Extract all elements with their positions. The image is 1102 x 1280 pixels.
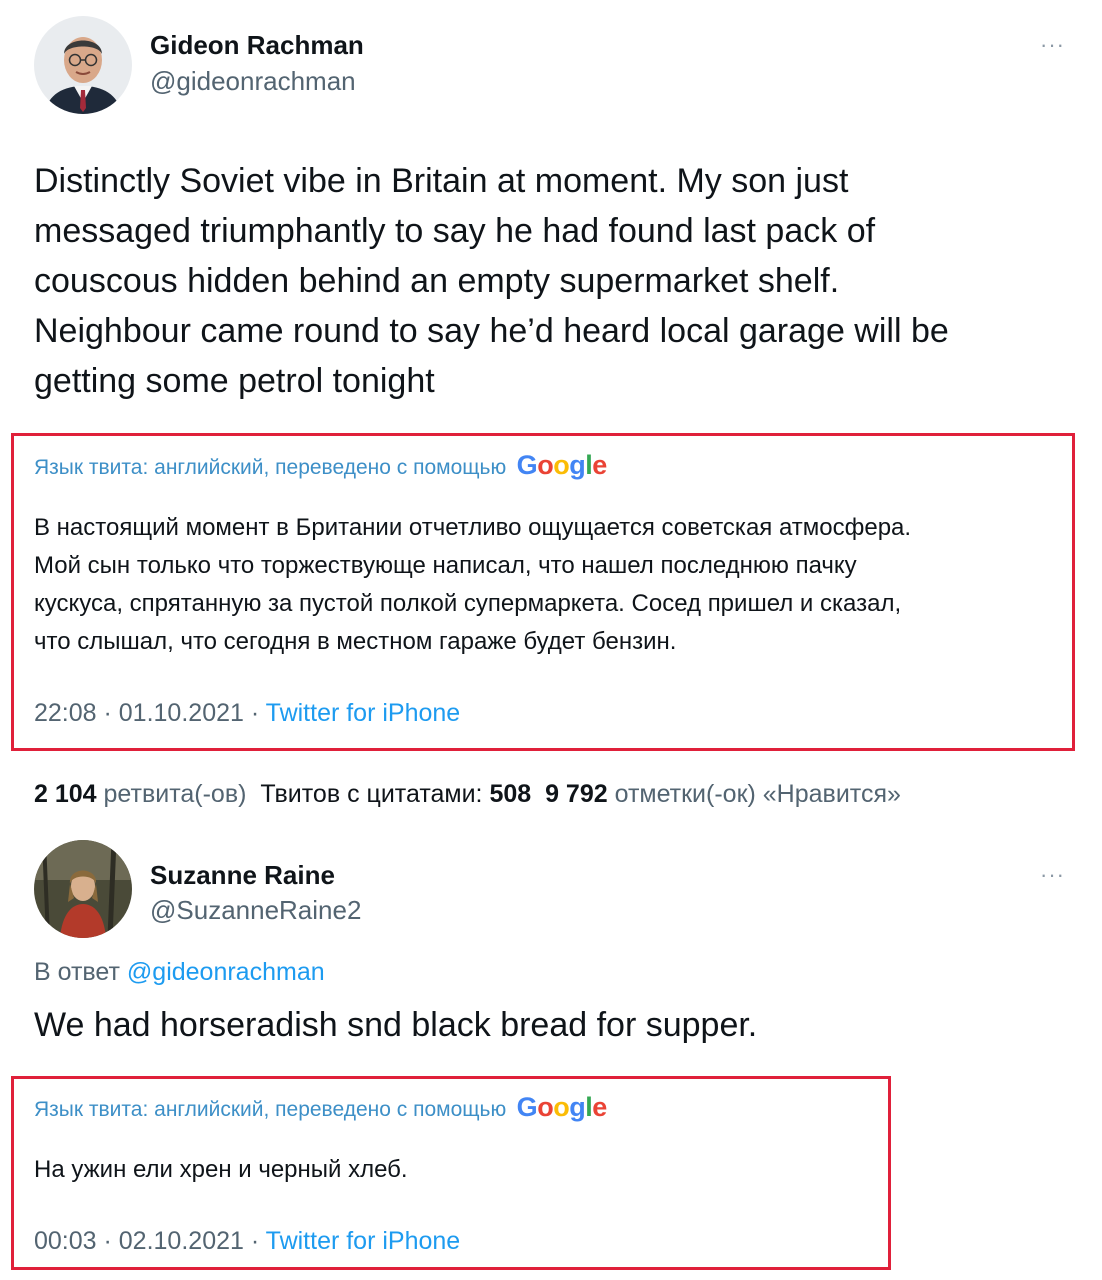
google-logo-letter: e (592, 450, 607, 480)
translated-text: В настоящий момент в Британии отчетливо … (34, 509, 1074, 661)
tweet-timestamp: 22:08 · 01.10.2021 · Twitter for iPhone (34, 699, 460, 728)
more-options-icon[interactable]: ··· (1040, 32, 1065, 58)
google-logo-letter: G (516, 450, 538, 480)
translated-text-line: Мой сын только что торжествующе написал,… (34, 552, 857, 579)
timestamp-text[interactable]: 22:08 · 01.10.2021 · (34, 699, 266, 727)
translated-text: На ужин ели хрен и черный хлеб. (34, 1156, 408, 1183)
tweet-text-line: messaged triumphantly to say he had foun… (34, 212, 876, 250)
tweet-text-line: Neighbour came round to say he’d heard l… (34, 312, 949, 350)
likes-count[interactable]: 9 792 (545, 780, 608, 808)
translation-header: Язык твита: английский, переведено с пом… (34, 450, 607, 481)
translation-label: Язык твита: английский, переведено с пом… (34, 1098, 507, 1121)
avatar[interactable] (34, 840, 132, 938)
translated-text-line: кускуса, спрятанную за пустой полкой суп… (34, 590, 902, 617)
tweet-text-line: getting some petrol tonight (34, 362, 435, 400)
tweet-timestamp: 00:03 · 02.10.2021 · Twitter for iPhone (34, 1227, 460, 1256)
google-logo-letter: g (569, 1092, 586, 1122)
retweets-count[interactable]: 2 104 (34, 780, 97, 808)
google-logo-letter: o (537, 450, 554, 480)
source-link[interactable]: Twitter for iPhone (266, 699, 461, 727)
tweet-text-line: couscous hidden behind an empty supermar… (34, 262, 840, 300)
google-logo-letter: e (592, 1092, 607, 1122)
google-logo-letter: o (537, 1092, 554, 1122)
google-logo-letter: o (553, 1092, 570, 1122)
author-handle[interactable]: @SuzanneRaine2 (150, 895, 361, 926)
reply-prefix: В ответ (34, 958, 120, 986)
tweet-text: Distinctly Soviet vibe in Britain at mom… (34, 156, 1074, 406)
quotes-label[interactable]: Твитов с цитатами: (260, 780, 482, 808)
source-link[interactable]: Twitter for iPhone (266, 1227, 461, 1255)
translated-text-line: В настоящий момент в Британии отчетливо … (34, 514, 912, 541)
google-logo: Google (516, 450, 608, 480)
translated-text-line: что слышал, что сегодня в местном гараже… (34, 628, 677, 655)
timestamp-text[interactable]: 00:03 · 02.10.2021 · (34, 1227, 266, 1255)
translation-label: Язык твита: английский, переведено с пом… (34, 456, 507, 479)
google-logo-letter: o (553, 450, 570, 480)
translation-highlight-box: Язык твита: английский, переведено с пом… (11, 433, 1075, 751)
author-name[interactable]: Gideon Rachman (150, 30, 364, 61)
quotes-count[interactable]: 508 (489, 780, 531, 808)
more-options-icon[interactable]: ··· (1040, 862, 1065, 888)
author-name[interactable]: Suzanne Raine (150, 860, 335, 891)
avatar[interactable] (34, 16, 132, 114)
engagement-stats: 2 104 ретвита(-ов) Твитов с цитатами: 50… (34, 780, 901, 809)
retweets-label[interactable]: ретвита(-ов) (104, 780, 247, 808)
translation-highlight-box: Язык твита: английский, переведено с пом… (11, 1076, 891, 1270)
translation-header: Язык твита: английский, переведено с пом… (34, 1092, 607, 1123)
reply-handle-link[interactable]: @gideonrachman (127, 958, 325, 986)
tweet-text: We had horseradish snd black bread for s… (34, 1006, 758, 1044)
tweet-text-line: Distinctly Soviet vibe in Britain at mom… (34, 162, 849, 200)
google-logo-letter: g (569, 450, 586, 480)
author-handle[interactable]: @gideonrachman (150, 66, 356, 97)
avatar-suzanne-raine (34, 840, 132, 938)
avatar-gideon-rachman (34, 16, 132, 114)
google-logo-letter: G (516, 1092, 538, 1122)
reply-context: В ответ @gideonrachman (34, 958, 325, 987)
google-logo: Google (516, 1092, 608, 1122)
likes-label[interactable]: отметки(-ок) «Нравится» (615, 780, 901, 808)
